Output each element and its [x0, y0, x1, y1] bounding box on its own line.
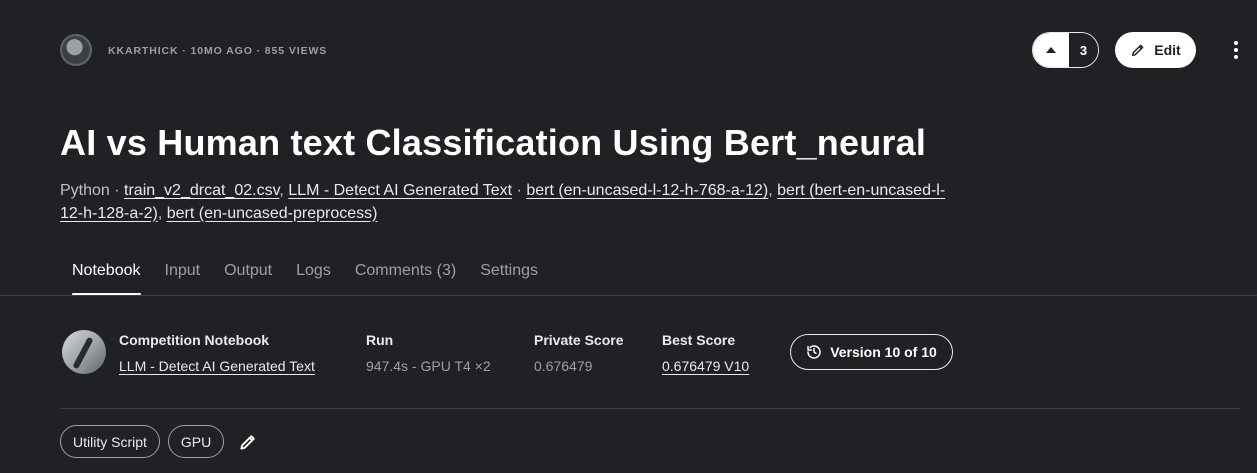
version-button[interactable]: Version 10 of 10 [790, 334, 953, 370]
source-link[interactable]: LLM - Detect AI Generated Text [288, 182, 512, 199]
version-label: Version 10 of 10 [830, 344, 937, 360]
section-divider [60, 408, 1240, 409]
tab-settings[interactable]: Settings [468, 258, 550, 296]
tab-notebook[interactable]: Notebook [60, 258, 153, 296]
tabs-divider [0, 295, 1257, 296]
source-link[interactable]: bert (en-uncased-preprocess) [167, 205, 378, 222]
notebook-header: KKARTHICK · 10MO AGO · 855 VIEWS 3 Edit [0, 0, 1257, 100]
private-score-label: Private Score [534, 332, 624, 348]
upvote-widget: 3 [1032, 32, 1099, 68]
run-info: Run 947.4s - GPU T4 ×2 [366, 332, 491, 374]
language-label: Python [60, 182, 110, 199]
notebook-title: AI vs Human text Classification Using Be… [60, 122, 927, 163]
separator: , [157, 204, 167, 222]
separator: · [109, 182, 125, 199]
tab-comments[interactable]: Comments (3) [343, 258, 468, 296]
edit-button[interactable]: Edit [1115, 32, 1196, 68]
run-value: 947.4s - GPU T4 ×2 [366, 358, 491, 374]
edit-tags-button[interactable] [236, 430, 260, 454]
tab-logs[interactable]: Logs [284, 258, 343, 296]
pencil-icon [240, 434, 255, 450]
separator: , [279, 182, 289, 199]
source-link[interactable]: bert (en-uncased-l-12-h-768-a-12) [526, 182, 768, 199]
best-score-info: Best Score 0.676479 V10 [662, 332, 749, 374]
best-score-link[interactable]: 0.676479 V10 [662, 358, 749, 374]
tab-input[interactable]: Input [153, 258, 213, 296]
run-label: Run [366, 332, 394, 348]
tag-list: Utility Script GPU [60, 425, 260, 458]
pencil-icon [1132, 44, 1144, 57]
competition-link[interactable]: LLM - Detect AI Generated Text [119, 358, 315, 374]
history-icon [807, 345, 821, 359]
caret-up-icon [1046, 47, 1056, 53]
notebook-tabs: Notebook Input Output Logs Comments (3) … [60, 258, 550, 296]
separator: , [768, 182, 778, 199]
competition-label: Competition Notebook [119, 332, 270, 348]
tag-chip[interactable]: GPU [167, 425, 225, 458]
source-link[interactable]: train_v2_drcat_02.csv [124, 182, 279, 199]
vote-count[interactable]: 3 [1069, 33, 1098, 67]
competition-info: Competition Notebook LLM - Detect AI Gen… [119, 332, 315, 374]
competition-avatar[interactable] [62, 330, 106, 374]
notebook-sources: Python · train_v2_drcat_02.csv, LLM - De… [60, 180, 960, 225]
tag-chip[interactable]: Utility Script [60, 425, 160, 458]
best-score-label: Best Score [662, 332, 736, 348]
author-avatar[interactable] [60, 34, 92, 66]
edit-label: Edit [1154, 42, 1181, 58]
kebab-icon[interactable] [1226, 38, 1246, 62]
separator: · [512, 182, 527, 199]
private-score-info: Private Score 0.676479 [534, 332, 624, 374]
upvote-button[interactable] [1033, 33, 1069, 67]
tab-output[interactable]: Output [212, 258, 284, 296]
author-meta: KKARTHICK · 10MO AGO · 855 VIEWS [108, 45, 328, 57]
private-score-value: 0.676479 [534, 358, 593, 374]
